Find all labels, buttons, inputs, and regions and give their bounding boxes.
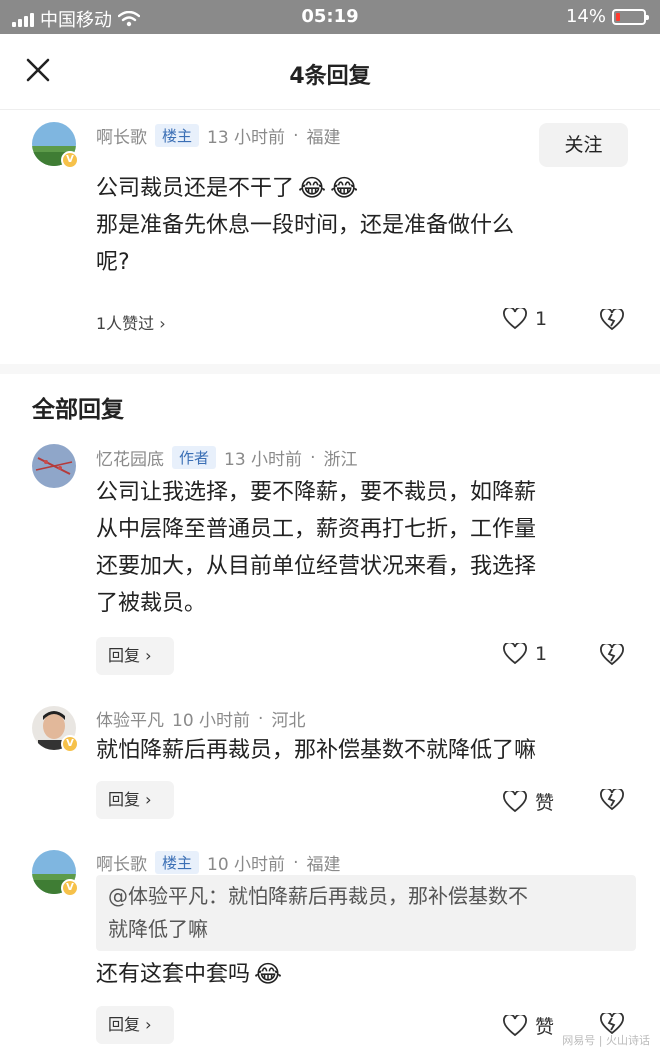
quote-line: 就降低了嘛 <box>108 917 208 941</box>
reply-meta: 啊长歌 楼主 10 小时前 · 福建 <box>96 850 340 875</box>
author-tag: 作者 <box>172 446 217 469</box>
section-title: 全部回复 <box>32 397 124 423</box>
watermark: 网易号 | 火山诗话 <box>562 1034 650 1047</box>
reply-location: 浙江 <box>323 450 358 470</box>
reply-text: 公司让我选择，要不降薪，要不裁员，如降薪 从中层降至普通员工，薪资再打七折，工作… <box>96 474 536 622</box>
heart-icon <box>503 643 527 665</box>
like-label: 赞 <box>535 1016 555 1038</box>
heart-icon <box>503 1014 527 1036</box>
reply-sheet: 4条回复 V 啊长歌 楼主 13 小时前 · 福建 关注 公司裁员还是不干了 😂… <box>0 34 660 1054</box>
like-button[interactable]: 1 <box>503 308 547 330</box>
reply-line: 还要加大，从目前单位经营状况来看，我选择 <box>96 554 537 579</box>
verified-badge-icon: V <box>61 735 79 753</box>
follow-button[interactable]: 关注 <box>539 123 628 167</box>
reply-location: 河北 <box>271 711 306 731</box>
reply-meta: 忆花园底 作者 13 小时前 · 浙江 <box>96 445 357 470</box>
reply-text: 就怕降薪后再裁员，那补偿基数不就降低了嘛 <box>96 738 537 763</box>
like-count: 1 <box>535 643 548 665</box>
like-label: 赞 <box>535 792 555 814</box>
like-button[interactable]: 赞 <box>503 1012 554 1039</box>
battery-percent: 14% <box>565 6 606 27</box>
heart-icon <box>503 790 527 812</box>
comment-time: 13 小时前 <box>207 128 286 148</box>
reply-time: 10 小时前 <box>207 855 286 875</box>
verified-badge-icon: V <box>61 151 79 169</box>
comment-meta: 啊长歌 楼主 13 小时前 · 福建 <box>96 123 340 148</box>
reply-line: 从中层降至普通员工，薪资再打七折，工作量 <box>96 517 537 542</box>
comment-line: 公司裁员还是不干了 <box>96 176 295 201</box>
username[interactable]: 忆花园底 <box>96 445 164 470</box>
likes-summary-link[interactable]: 1人赞过 › <box>96 310 166 334</box>
comment-line: 那是准备先休息一段时间，还是准备做什么 <box>96 213 515 238</box>
like-button[interactable]: 1 <box>503 643 547 665</box>
status-bar: 中国移动 05:19 14% <box>0 0 660 34</box>
username[interactable]: 啊长歌 <box>96 850 147 875</box>
dislike-broken-heart-icon[interactable] <box>599 644 625 666</box>
comment-location: 福建 <box>306 128 341 148</box>
dislike-broken-heart-icon[interactable] <box>599 789 625 811</box>
reply-button[interactable]: 回复 › <box>96 781 174 819</box>
verified-badge-icon: V <box>61 879 79 897</box>
laugh-cry-emoji-icon: 😂 <box>254 960 283 988</box>
reply-meta: 体验平凡 10 小时前 · 河北 <box>96 706 306 732</box>
reply-text: 还有这套中套吗 😂 <box>96 956 282 993</box>
section-divider <box>0 364 660 374</box>
reply-button[interactable]: 回复 › <box>96 637 174 675</box>
clock: 05:19 <box>301 6 359 27</box>
battery-icon <box>612 8 649 25</box>
reply-location: 福建 <box>306 855 341 875</box>
owner-tag: 楼主 <box>155 851 200 874</box>
username[interactable]: 啊长歌 <box>96 123 147 148</box>
like-count: 1 <box>535 308 548 330</box>
owner-tag: 楼主 <box>155 124 200 147</box>
comment-text: 公司裁员还是不干了 😂 😂 那是准备先休息一段时间，还是准备做什么 呢? <box>96 170 514 281</box>
page-title: 4条回复 <box>289 64 371 89</box>
sheet-header: 4条回复 <box>0 34 660 110</box>
like-button[interactable]: 赞 <box>503 788 554 815</box>
comment-line: 呢? <box>96 250 130 275</box>
reply-button[interactable]: 回复 › <box>96 1006 174 1044</box>
dislike-broken-heart-icon[interactable] <box>599 309 625 331</box>
quote-line: @体验平凡：就怕降薪后再裁员，那补偿基数不 <box>108 884 528 908</box>
quoted-reply[interactable]: @体验平凡：就怕降薪后再裁员，那补偿基数不 就降低了嘛 <box>96 875 636 951</box>
avatar[interactable] <box>32 444 76 488</box>
reply-time: 13 小时前 <box>224 450 303 470</box>
username[interactable]: 体验平凡 <box>96 706 164 731</box>
reply-time: 10 小时前 <box>172 711 251 731</box>
heart-icon <box>503 308 527 330</box>
reply-line: 了被裁员。 <box>96 591 207 616</box>
reply-line: 公司让我选择，要不降薪，要不裁员，如降薪 <box>96 480 537 505</box>
laugh-cry-emoji-icon: 😂 <box>330 174 359 202</box>
laugh-cry-emoji-icon: 😂 <box>298 174 327 202</box>
